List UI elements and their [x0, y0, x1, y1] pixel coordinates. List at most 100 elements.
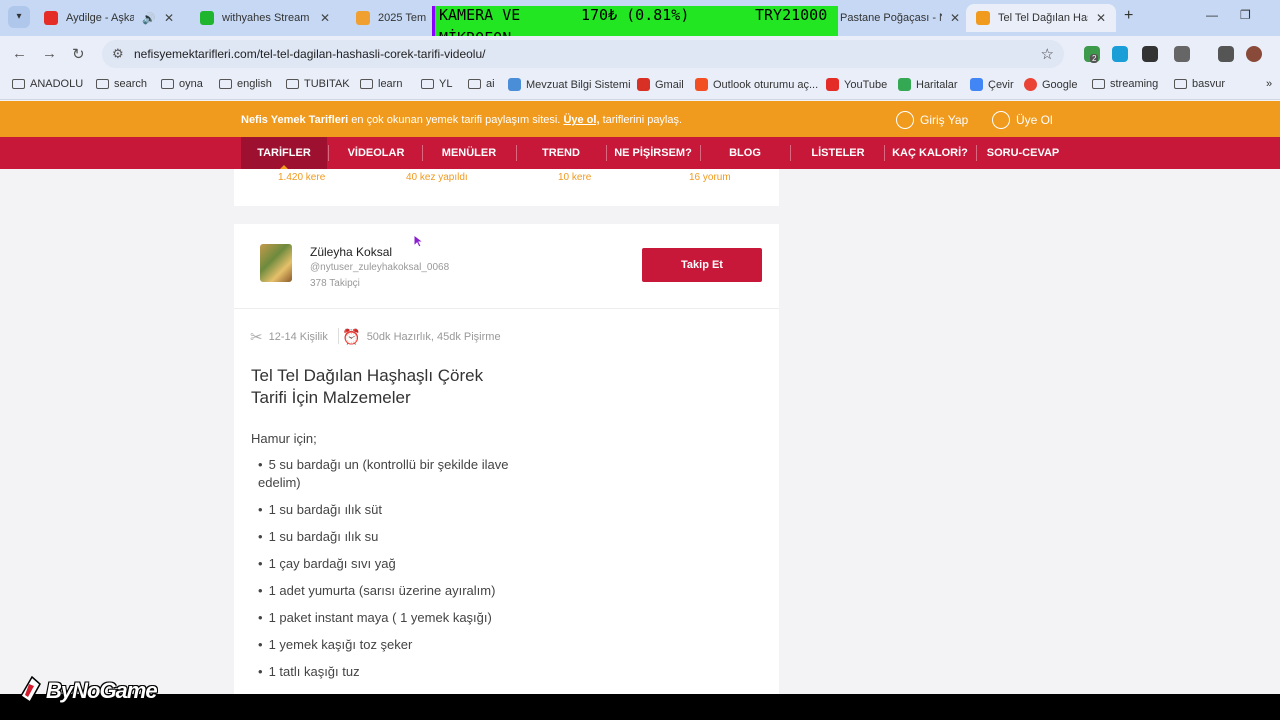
bookmark-link[interactable]: Google — [1024, 78, 1077, 91]
bookmark-link[interactable]: Haritalar — [898, 78, 958, 91]
extension-icon[interactable] — [1112, 46, 1128, 62]
browser-tab[interactable]: withyahes Stream - K ✕ — [190, 4, 340, 32]
bullet: • — [258, 664, 263, 679]
ingredient-item: • 1 su bardağı ılık süt — [258, 502, 383, 517]
ingredient-item: • 1 çay bardağı sıvı yağ — [258, 556, 396, 571]
folder-icon — [219, 79, 232, 89]
bookmark-folder[interactable]: ai — [468, 78, 495, 90]
bookmark-link[interactable]: Çevir — [970, 78, 1014, 91]
nav-listeler[interactable]: LİSTELER — [792, 137, 884, 169]
tab-search-icon[interactable]: ▾ — [8, 6, 30, 28]
maps-icon — [898, 78, 911, 91]
address-bar[interactable]: ⚙ nefisyemektarifleri.com/tel-tel-dagila… — [102, 40, 1064, 68]
user-plus-icon — [992, 111, 1010, 129]
nav-videolar[interactable]: VİDEOLAR — [330, 137, 422, 169]
folder-icon — [360, 79, 373, 89]
folder-icon — [421, 79, 434, 89]
signup-link[interactable]: Üye ol, — [563, 114, 599, 126]
bookmark-folder[interactable]: oyna — [161, 78, 203, 90]
signup-button[interactable]: Üye Ol — [992, 111, 1053, 129]
nav-kac-kalori[interactable]: KAÇ KALORİ? — [884, 137, 976, 169]
close-tab-icon[interactable]: ✕ — [950, 11, 960, 25]
bullet: • — [258, 457, 263, 472]
browser-tab[interactable]: Aydilge - Aşka Gö 🔊 ✕ — [34, 4, 184, 32]
maximize-icon[interactable]: ❐ — [1240, 8, 1251, 22]
stat-made: 40 kez yapıldı — [406, 172, 468, 183]
back-icon[interactable]: ← — [12, 45, 27, 62]
kick-favicon-icon — [200, 11, 214, 25]
bookmark-folder[interactable]: TUBITAK — [286, 78, 350, 90]
browser-tab[interactable]: 2025 Temmu — [346, 4, 436, 32]
mevzuat-icon — [508, 78, 521, 91]
bookmark-link[interactable]: Gmail — [637, 78, 684, 91]
extensions-puzzle-icon[interactable] — [1174, 46, 1190, 62]
author-handle: @nytuser_zuleyhakoksal_0068 — [310, 262, 450, 273]
folder-icon — [161, 79, 174, 89]
folder-icon — [96, 79, 109, 89]
time-info: ⏰ 50dk Hazırlık, 45dk Pişirme — [342, 329, 501, 346]
bookmark-link[interactable]: YouTube — [826, 78, 887, 91]
bookmark-folder[interactable]: english — [219, 78, 272, 90]
browser-tab[interactable]: Pastane Poğaçası - N ✕ — [830, 4, 970, 32]
author-name[interactable]: Züleyha Koksal — [310, 245, 392, 259]
author-followers: 378 Takipçi — [310, 278, 360, 289]
bookmarks-bar: ANADOLU search oyna english TUBITAK lear… — [0, 72, 1280, 100]
promo-bar: Nefis Yemek Tarifleri en çok okunan yeme… — [0, 101, 1280, 137]
nav-tarifler[interactable]: TARİFLER — [241, 137, 327, 169]
speaker-icon[interactable]: 🔊 — [142, 12, 156, 25]
site-info-icon[interactable]: ⚙ — [112, 46, 124, 62]
close-tab-icon[interactable]: ✕ — [164, 11, 174, 25]
browser-tab-active[interactable]: Tel Tel Dağılan Haşha ✕ — [966, 4, 1116, 32]
bookmark-folder[interactable]: YL — [421, 78, 452, 90]
close-tab-icon[interactable]: ✕ — [1096, 11, 1106, 25]
streamer-watermark: ByNoGame — [18, 676, 166, 706]
mouse-cursor-icon — [413, 234, 425, 248]
translate-icon — [970, 78, 983, 91]
author-avatar[interactable] — [260, 244, 292, 282]
more-bookmarks-icon[interactable]: » — [1266, 78, 1272, 90]
bookmark-folder[interactable]: ANADOLU — [12, 78, 83, 90]
reading-list-icon[interactable] — [1218, 46, 1234, 62]
reload-icon[interactable]: ↻ — [72, 45, 85, 63]
user-icon — [896, 111, 914, 129]
nav-trend[interactable]: TREND — [516, 137, 606, 169]
microsoft-icon — [695, 78, 708, 91]
ingredient-item: • 1 adet yumurta (sarısı üzerine ayıralım… — [258, 583, 496, 598]
stat-shared: 10 kere — [558, 172, 592, 183]
ingredients-title: Tel Tel Dağılan Haşhaşlı Çörek Tarifi İç… — [251, 366, 484, 407]
close-tab-icon[interactable]: ✕ — [320, 11, 330, 25]
folder-icon — [468, 79, 481, 89]
profile-avatar[interactable] — [1246, 46, 1262, 62]
servings-info: ✂ 12-14 Kişilik — [250, 329, 328, 346]
bullet: • — [258, 583, 263, 598]
nav-menuler[interactable]: MENÜLER — [422, 137, 516, 169]
login-link[interactable]: Giriş Yap — [896, 111, 968, 129]
bookmark-link[interactable]: Mevzuat Bilgi Sistemi — [508, 78, 631, 91]
minimize-icon[interactable]: — — [1206, 8, 1218, 22]
bullet: • — [258, 502, 263, 517]
promo-text: Nefis Yemek Tarifleri en çok okunan yeme… — [241, 114, 683, 126]
bookmark-star-icon[interactable]: ☆ — [1041, 45, 1054, 63]
extension-icon[interactable] — [1142, 46, 1158, 62]
bullet: • — [258, 637, 263, 652]
stream-ticker-overlay: KAMERA VE MİKROFON 170₺ (0.81%) TRY21000 — [432, 6, 838, 47]
youtube-favicon-icon — [44, 11, 58, 25]
nav-ne-pisirsem[interactable]: NE PİŞİRSEM? — [606, 137, 700, 169]
gmail-icon — [637, 78, 650, 91]
folder-icon — [12, 79, 25, 89]
nav-divider — [328, 145, 329, 161]
author-section: Züleyha Koksal @nytuser_zuleyhakoksal_00… — [234, 224, 779, 309]
bookmark-link[interactable]: Outlook oturumu aç... — [695, 78, 818, 91]
nav-soru-cevap[interactable]: SORU-CEVAP — [976, 137, 1070, 169]
new-tab-icon[interactable]: + — [1124, 7, 1133, 25]
bookmark-folder[interactable]: streaming — [1092, 78, 1158, 90]
bookmark-folder[interactable]: basvur — [1174, 78, 1225, 90]
nav-blog[interactable]: BLOG — [700, 137, 790, 169]
forward-icon[interactable]: → — [42, 45, 57, 62]
bookmark-folder[interactable]: learn — [360, 78, 402, 90]
stat-saved: 1.420 kere — [278, 172, 326, 183]
follow-button[interactable]: Takip Et — [642, 248, 762, 282]
recipe-card: Züleyha Koksal @nytuser_zuleyhakoksal_00… — [234, 224, 779, 720]
stat-comments[interactable]: 16 yorum — [689, 172, 731, 183]
bookmark-folder[interactable]: search — [96, 78, 147, 90]
